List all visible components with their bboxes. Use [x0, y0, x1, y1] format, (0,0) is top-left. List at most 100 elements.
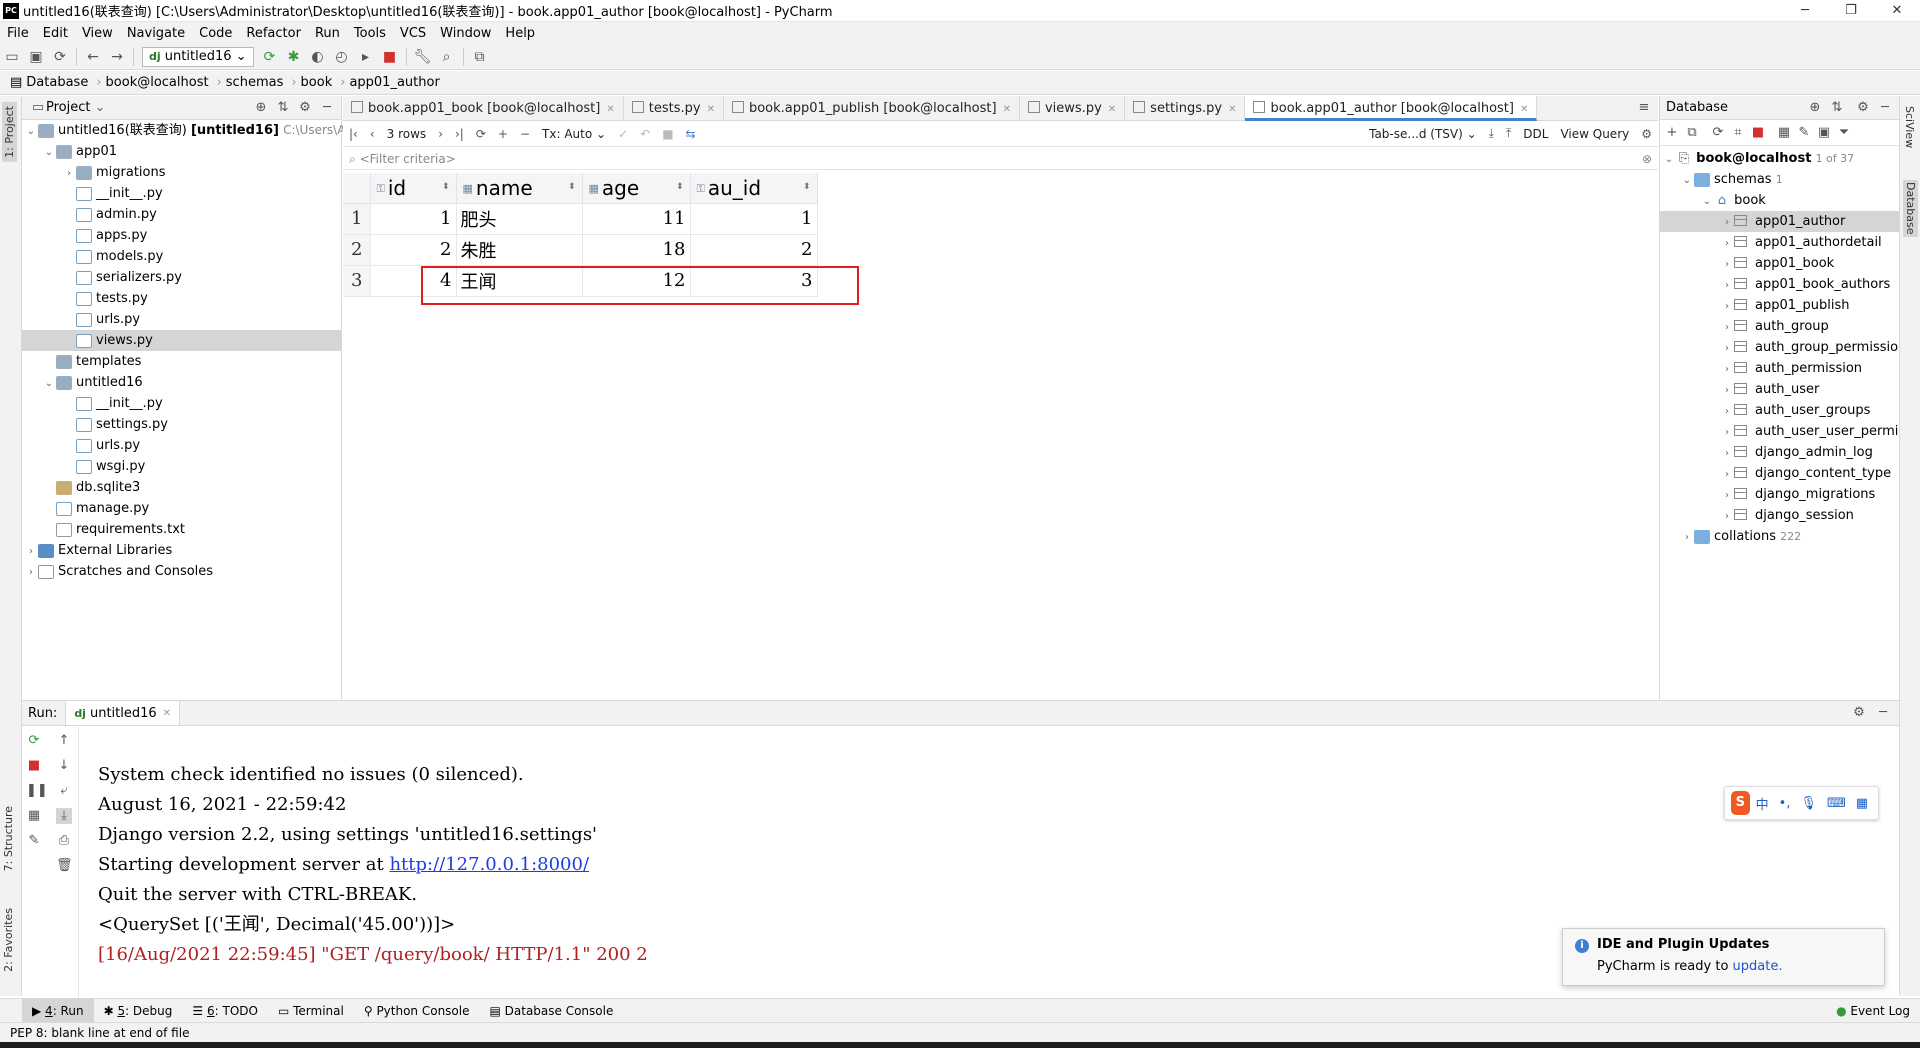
project-tool-tab[interactable]: 1: Project: [2, 102, 17, 162]
cell-age[interactable]: 11: [582, 203, 691, 235]
cell-au-id[interactable]: 1: [690, 203, 818, 235]
import-icon[interactable]: ⤒: [1506, 126, 1511, 141]
close-tab-icon[interactable]: ✕: [707, 104, 715, 115]
target-icon[interactable]: ⊕: [253, 100, 269, 116]
pin-icon[interactable]: ✎: [26, 833, 42, 849]
refresh-icon[interactable]: ⟳: [1710, 125, 1726, 141]
close-tab-icon[interactable]: ✕: [606, 104, 614, 115]
keyboard-icon[interactable]: ⌨: [1827, 796, 1846, 811]
tree-item-admin-py[interactable]: admin.py: [22, 204, 341, 225]
tree-item-settings-py[interactable]: settings.py: [22, 414, 341, 435]
ime-toolbar[interactable]: S 中 •, 🎙︎ ⌨ ▦: [1724, 786, 1879, 820]
menu-view[interactable]: View: [75, 26, 120, 41]
pause-icon[interactable]: ❚❚: [26, 783, 48, 799]
gear-icon[interactable]: ⚙: [1855, 100, 1871, 116]
back-icon[interactable]: ←: [81, 45, 105, 69]
clear-filter-icon[interactable]: ⊗: [1642, 148, 1652, 170]
open-folder-icon[interactable]: ▭: [0, 45, 24, 69]
tree-root[interactable]: ⌄ untitled16(联表查询) [untitled16] C:\Users\…: [22, 120, 368, 141]
sync-icon[interactable]: ⟳: [48, 45, 72, 69]
db-table-item[interactable]: › app01_author: [1660, 211, 1899, 232]
duplicate-icon[interactable]: ⧉: [1684, 125, 1700, 141]
update-link[interactable]: update.: [1733, 959, 1783, 974]
cell-id[interactable]: 1: [370, 203, 457, 235]
db-schema-book[interactable]: ⌄ ⌂ book: [1660, 190, 1899, 211]
debug-icon[interactable]: ✱: [282, 45, 306, 69]
tree-item-requirements-txt[interactable]: requirements.txt: [22, 519, 341, 540]
terminal-tool-tab[interactable]: ▭ Terminal: [268, 999, 354, 1023]
tab-app01-author[interactable]: book.app01_author [book@localhost] ✕: [1245, 95, 1538, 121]
search-icon[interactable]: ⌕: [435, 45, 459, 69]
update-notification[interactable]: i IDE and Plugin Updates PyCharm is ready…: [1562, 928, 1885, 986]
breadcrumb-schemas[interactable]: schemas: [226, 75, 284, 90]
db-table-item[interactable]: › django_content_type: [1660, 463, 1899, 484]
hide-icon[interactable]: ─: [1877, 100, 1893, 116]
run-config-tab[interactable]: dj untitled16 ✕: [65, 701, 181, 725]
gear-icon[interactable]: ⚙: [297, 100, 313, 116]
db-table-item[interactable]: › app01_authordetail: [1660, 232, 1899, 253]
apps-icon[interactable]: ▦: [1856, 796, 1868, 811]
export-icon[interactable]: ⤓: [1489, 126, 1494, 141]
close-tab-icon[interactable]: ✕: [1228, 104, 1236, 115]
menu-window[interactable]: Window: [433, 26, 498, 41]
edit-icon[interactable]: ✎: [1796, 125, 1812, 141]
maximize-icon[interactable]: ❐: [1828, 0, 1874, 22]
close-tab-icon[interactable]: ✕: [1003, 104, 1011, 115]
tree-item-urls-py[interactable]: urls.py: [22, 309, 341, 330]
tree-item-serializers-py[interactable]: serializers.py: [22, 267, 341, 288]
compare-icon[interactable]: ⇆: [686, 127, 696, 141]
db-connection[interactable]: ⌄ ⎘ book@localhost 1 of 37: [1660, 148, 1899, 169]
table-row[interactable]: 2 2 朱胜 18 2: [343, 234, 818, 266]
cell-age[interactable]: 18: [582, 234, 691, 266]
menu-help[interactable]: Help: [498, 26, 542, 41]
rollback-icon[interactable]: ↶: [640, 127, 650, 141]
db-table-item[interactable]: › django_admin_log: [1660, 442, 1899, 463]
db-table-item[interactable]: › auth_group_permissions: [1660, 337, 1913, 358]
punctuation-icon[interactable]: •,: [1779, 796, 1791, 811]
tree-item-external-libraries[interactable]: › External Libraries: [22, 540, 341, 561]
microphone-icon[interactable]: 🎙︎: [1800, 796, 1817, 811]
breadcrumb-connection[interactable]: book@localhost: [106, 75, 209, 90]
db-table-item[interactable]: › app01_book: [1660, 253, 1899, 274]
database-tool-tab[interactable]: Database: [1903, 180, 1918, 237]
ime-mode[interactable]: 中: [1756, 794, 1769, 813]
coverage-icon[interactable]: ◐: [306, 45, 330, 69]
table-icon[interactable]: ▦: [1776, 125, 1792, 141]
rerun-icon[interactable]: ⟳: [26, 733, 42, 749]
db-collations[interactable]: › collations 222: [1660, 526, 1899, 547]
tab-views-py[interactable]: views.py ✕: [1020, 95, 1126, 121]
db-table-item[interactable]: › auth_group: [1660, 316, 1899, 337]
schema-icon[interactable]: ⌗: [1730, 125, 1746, 141]
menu-edit[interactable]: Edit: [36, 26, 75, 41]
run-configuration-select[interactable]: dj untitled16 ⌄: [142, 46, 254, 67]
tree-item-models-py[interactable]: models.py: [22, 246, 341, 267]
soft-wrap-icon[interactable]: ⤶: [56, 783, 72, 799]
menu-code[interactable]: Code: [192, 26, 239, 41]
console-icon[interactable]: ▣: [1816, 125, 1832, 141]
view-query-button[interactable]: View Query: [1560, 127, 1629, 141]
cell-au-id[interactable]: 2: [690, 234, 818, 266]
last-page-icon[interactable]: ›|: [455, 127, 464, 141]
db-table-item[interactable]: › auth_user_user_permiss: [1660, 421, 1912, 442]
cell-name[interactable]: 肥头: [456, 203, 583, 235]
run-with-icon[interactable]: ▸: [354, 45, 378, 69]
run-tool-tab[interactable]: ▶ 4: Run: [22, 998, 94, 1023]
tree-item-tests-py[interactable]: tests.py: [22, 288, 341, 309]
tree-item-app01[interactable]: ⌄ app01: [22, 141, 341, 162]
breadcrumb-database[interactable]: Database: [26, 75, 88, 90]
tree-item-urls-py-2[interactable]: urls.py: [22, 435, 341, 456]
add-icon[interactable]: +: [1664, 125, 1680, 141]
reload-icon[interactable]: ⟳: [476, 127, 486, 141]
trash-icon[interactable]: 🗑︎: [56, 858, 73, 874]
tree-item-db-sqlite3[interactable]: db.sqlite3: [22, 477, 341, 498]
debug-tool-tab[interactable]: ✱ 5: Debug: [94, 999, 183, 1023]
profile-icon[interactable]: ◴: [330, 45, 354, 69]
db-table-item[interactable]: › auth_permission: [1660, 358, 1899, 379]
stop-icon[interactable]: ■: [1750, 125, 1766, 141]
column-header-name[interactable]: ▦ name ⬍: [456, 173, 583, 204]
tree-item-init-py-2[interactable]: __init__.py: [22, 393, 341, 414]
tree-item-views-py[interactable]: views.py: [22, 330, 341, 351]
tree-item-wsgi-py[interactable]: wsgi.py: [22, 456, 341, 477]
db-table-item[interactable]: › django_migrations: [1660, 484, 1899, 505]
column-header-age[interactable]: ▦ age ⬍: [582, 173, 691, 204]
